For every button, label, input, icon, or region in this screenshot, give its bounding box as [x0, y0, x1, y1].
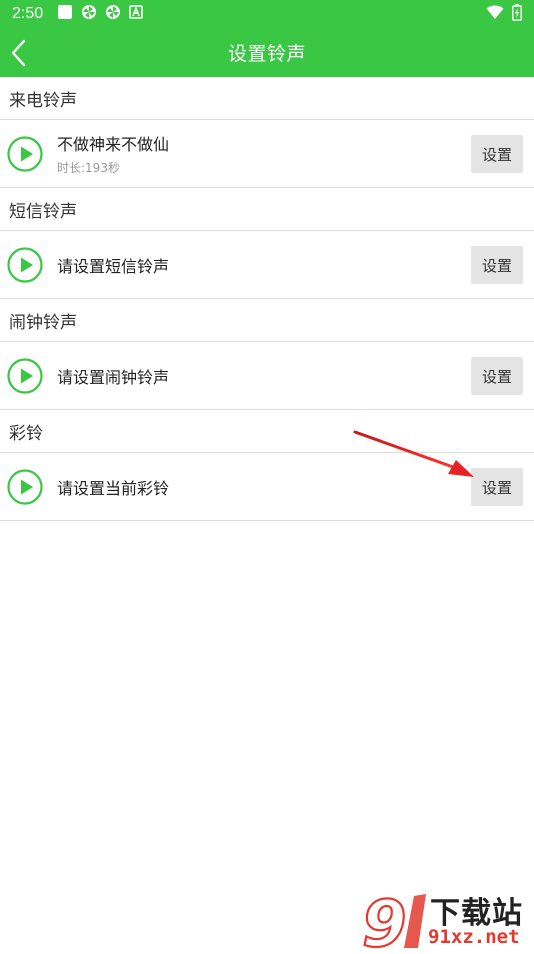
page-title: 设置铃声	[227, 43, 306, 65]
play-button[interactable]	[7, 358, 43, 394]
ringtone-title: 请设置闹钟铃声	[57, 367, 170, 387]
watermark: 9 下载站 91xz.net	[360, 887, 534, 954]
battery-icon	[512, 3, 522, 25]
play-icon	[7, 469, 43, 505]
square-icon	[57, 4, 73, 24]
set-button[interactable]: 设置	[471, 246, 523, 284]
a-box-icon	[129, 5, 143, 23]
play-icon	[7, 358, 43, 394]
list-item: 请设置当前彩铃 设置	[0, 453, 534, 521]
section-header: 彩铃	[0, 410, 534, 453]
ringtone-list: 来电铃声 不做神来不做仙 时长:193秒 设置 短信铃声 请设置短信铃声 设置 …	[0, 77, 534, 521]
ringtone-title: 不做神来不做仙	[57, 135, 170, 154]
play-icon	[7, 247, 43, 283]
list-item: 请设置短信铃声 设置	[0, 231, 534, 299]
watermark-domain: 91xz.net	[428, 926, 520, 948]
status-time: 2:50	[12, 5, 44, 22]
play-icon	[7, 136, 43, 172]
ringtone-title: 请设置当前彩铃	[57, 478, 170, 498]
section-sms: 短信铃声 请设置短信铃声 设置	[0, 188, 534, 299]
play-button[interactable]	[7, 469, 43, 505]
section-header: 来电铃声	[0, 77, 534, 120]
list-item: 不做神来不做仙 时长:193秒 设置	[0, 120, 534, 188]
play-button[interactable]	[7, 136, 43, 172]
set-button[interactable]: 设置	[471, 468, 523, 506]
wifi-icon	[486, 4, 504, 24]
svg-text:9: 9	[362, 888, 407, 950]
play-button[interactable]	[7, 247, 43, 283]
list-item: 请设置闹钟铃声 设置	[0, 342, 534, 410]
ringtone-title: 请设置短信铃声	[57, 256, 170, 276]
set-button[interactable]: 设置	[471, 135, 523, 173]
pinwheel-icon	[81, 4, 97, 24]
status-bar: 2:50	[0, 0, 534, 28]
app-bar: 设置铃声	[0, 28, 534, 77]
section-header: 短信铃声	[0, 188, 534, 231]
watermark-logo-icon: 9	[361, 887, 426, 954]
section-header: 闹钟铃声	[0, 299, 534, 342]
ringtone-duration: 时长:193秒	[57, 161, 120, 175]
set-button[interactable]: 设置	[471, 357, 523, 395]
section-color-ring: 彩铃 请设置当前彩铃 设置	[0, 410, 534, 521]
section-alarm: 闹钟铃声 请设置闹钟铃声 设置	[0, 299, 534, 410]
section-incoming-call: 来电铃声 不做神来不做仙 时长:193秒 设置	[0, 77, 534, 188]
pinwheel-icon	[105, 4, 121, 24]
